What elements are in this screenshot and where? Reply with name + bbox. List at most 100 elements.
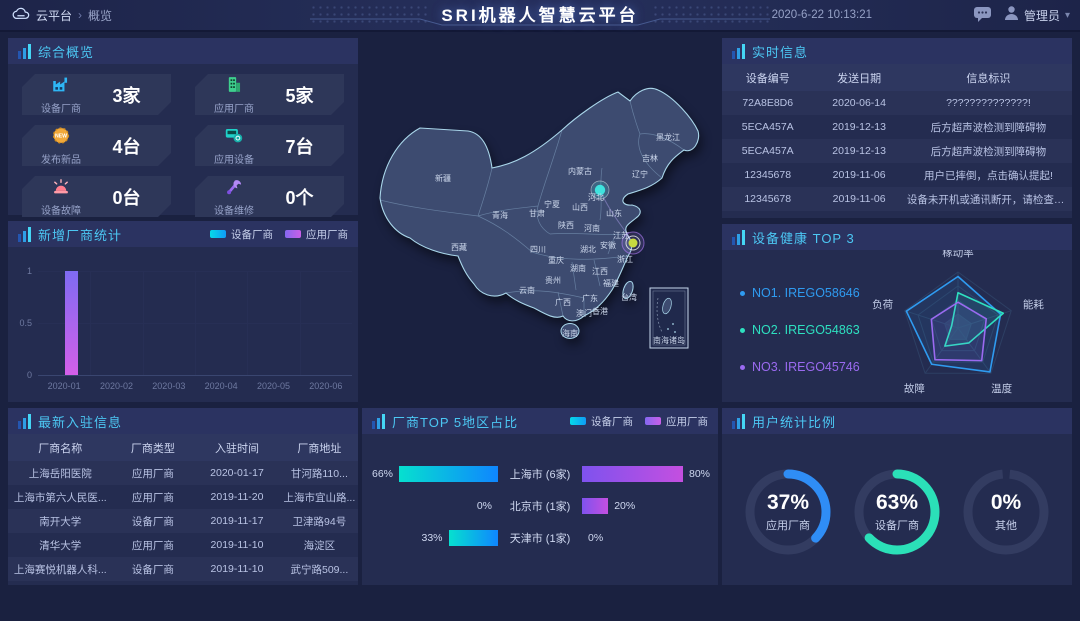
stat-card-value: 0台 xyxy=(100,184,171,210)
stat-card-1: 设备厂商 3家 xyxy=(22,74,171,115)
right-percent-label: 20% xyxy=(614,500,635,512)
device-vendor-bar[interactable] xyxy=(449,530,499,546)
stat-card-4: 应用设备7台 xyxy=(195,125,344,166)
table-cell: 设备厂商 xyxy=(113,557,194,581)
province-label-河北: 河北 xyxy=(588,192,604,202)
table-cell: 应用厂商 xyxy=(113,461,194,485)
device-vendor-bar[interactable] xyxy=(399,466,498,482)
column-header: 厂商名称 xyxy=(8,434,113,461)
region-label: 上海市 (6家) xyxy=(498,466,582,482)
table-cell: 后方超声波检测到障碍物 xyxy=(905,139,1072,163)
tornado-row-2: 0%北京市 (1家)20% xyxy=(370,498,710,514)
right-percent-label: 80% xyxy=(689,468,710,480)
bar-app-vendor-2020-01[interactable] xyxy=(65,271,78,375)
table-cell: 应用厂商 xyxy=(113,485,194,509)
panel-latest-registrations: 最新入驻信息 厂商名称厂商类型入驻时间厂商地址上海岳阳医院应用厂商2020-01… xyxy=(8,408,358,585)
app-device-icon xyxy=(223,126,245,150)
legend-swatch xyxy=(210,230,226,238)
table-cell: 后方超声波检测到障碍物 xyxy=(905,115,1072,139)
table-row-1: 上海岳阳医院应用厂商2020-01-17甘河路110... xyxy=(8,461,358,485)
stat-card-label: 设备厂商 xyxy=(41,100,81,115)
province-label-四川: 四川 xyxy=(530,245,546,254)
panel-ratio-header: 用户统计比例 xyxy=(722,408,1072,434)
new-badge-icon: NEW xyxy=(50,126,72,150)
alarm-icon xyxy=(50,177,72,201)
table-cell: 海淀区 xyxy=(281,533,358,557)
breadcrumb-separator: › xyxy=(78,8,82,22)
table-cell: 清华大学 xyxy=(8,533,113,557)
grid-line-h xyxy=(38,375,352,376)
table-cell: 2019-11-17 xyxy=(193,509,281,533)
breadcrumb-root[interactable]: 云平台 xyxy=(36,7,72,24)
right-bar-zone: 0% xyxy=(582,530,710,546)
chevron-down-icon: ▾ xyxy=(1065,10,1070,21)
panel-new-vendor-stats: 新增厂商统计 设备厂商应用厂商 10.502020-012020-022020-… xyxy=(8,221,358,402)
province-label-甘肃: 甘肃 xyxy=(529,208,545,218)
legend-label: 应用厂商 xyxy=(306,227,348,242)
app-vendor-bar[interactable] xyxy=(582,466,683,482)
legend-item-2[interactable]: 应用厂商 xyxy=(645,414,708,429)
panel-title: 最新入驻信息 xyxy=(38,412,122,431)
province-label-湖南: 湖南 xyxy=(570,263,586,273)
legend-item-1[interactable]: 设备厂商 xyxy=(210,227,273,242)
stat-card-value: 4台 xyxy=(100,133,171,159)
province-label-香港: 香港 xyxy=(592,306,608,316)
donut-center: 0%其他 xyxy=(958,464,1054,560)
radar-chart-wrap: 稼动率能耗温度故障负荷 xyxy=(840,250,1072,407)
column-header: 发送日期 xyxy=(813,64,904,91)
repair-icon xyxy=(223,177,245,201)
stat-card-icon-block: 设备维修 xyxy=(195,177,273,217)
left-bar-zone: 66% xyxy=(370,466,498,482)
legend-item-2[interactable]: 应用厂商 xyxy=(285,227,348,242)
legend-label: 设备厂商 xyxy=(231,227,273,242)
donut-value: 37% xyxy=(767,491,809,515)
table-row-4: 123456782019-11-06用户已摔倒，点击确认提起! xyxy=(722,163,1072,187)
legend-swatch xyxy=(645,417,661,425)
province-label-吉林: 吉林 xyxy=(642,153,658,163)
chart-legend: 设备厂商应用厂商 xyxy=(570,414,708,429)
inset-label: 南海诸岛 xyxy=(653,335,685,345)
table-cell: 2020-06-14 xyxy=(813,91,904,115)
region-tornado-chart: 66%上海市 (6家)80%0%北京市 (1家)20%33%天津市 (1家)0% xyxy=(362,434,718,546)
grid-line-v xyxy=(300,271,301,375)
table-cell: 上海市宜山路... xyxy=(281,485,358,509)
province-label-内蒙古: 内蒙古 xyxy=(568,166,592,176)
china-map[interactable]: 南海诸岛 新疆西藏青海甘肃宁夏内蒙古黑龙江吉林辽宁河北山西山东陕西河南江苏安徽四… xyxy=(362,38,718,402)
donut-2: 63%设备厂商 xyxy=(849,464,945,560)
province-label-山东: 山东 xyxy=(606,208,622,218)
user-name: 管理员 xyxy=(1024,7,1060,24)
table-cell: 上海市第六人民医... xyxy=(8,485,113,509)
south-china-sea-inset: 南海诸岛 xyxy=(650,288,688,348)
table-row-2: 5ECA457A2019-12-13后方超声波检测到障碍物 xyxy=(722,115,1072,139)
user-menu[interactable]: 管理员 ▾ xyxy=(1004,0,1070,30)
province-label-浙江: 浙江 xyxy=(617,254,633,264)
table-row-3: 南开大学设备厂商2019-11-17卫津路94号 xyxy=(8,509,358,533)
app-vendor-bar[interactable] xyxy=(582,498,608,514)
table-cell: 武宁路509... xyxy=(281,557,358,581)
table-cell: 2019-11-06 xyxy=(813,163,904,187)
stat-card-label: 设备维修 xyxy=(214,202,254,217)
stat-card-value: 3家 xyxy=(100,82,171,108)
province-label-湖北: 湖北 xyxy=(580,245,596,254)
table-cell: ??????????????! xyxy=(905,91,1072,115)
legend-label: 设备厂商 xyxy=(591,414,633,429)
donut-1: 37%应用厂商 xyxy=(740,464,836,560)
column-header: 厂商类型 xyxy=(113,434,194,461)
region-label: 北京市 (1家) xyxy=(498,498,582,514)
chat-icon[interactable] xyxy=(973,6,992,28)
stat-card-icon-block: 应用厂商 xyxy=(195,75,273,115)
panel-title-icon xyxy=(732,44,745,59)
stat-card-label: 设备故障 xyxy=(41,202,81,217)
table-cell: 应用厂商 xyxy=(113,533,194,557)
legend-item-1[interactable]: 设备厂商 xyxy=(570,414,633,429)
stat-card-label: 应用设备 xyxy=(214,151,254,166)
breadcrumb-current[interactable]: 概览 xyxy=(88,7,112,24)
panel-title: 实时信息 xyxy=(752,42,808,61)
grid-line-v xyxy=(90,271,91,375)
panel-title-icon xyxy=(18,414,31,429)
table-cell: 12345678 xyxy=(722,163,813,187)
province-label-贵州: 贵州 xyxy=(545,275,561,285)
china-map-container[interactable]: 南海诸岛 新疆西藏青海甘肃宁夏内蒙古黑龙江吉林辽宁河北山西山东陕西河南江苏安徽四… xyxy=(362,38,718,402)
y-tick-label: 0.5 xyxy=(8,318,32,328)
latest-registrations-table: 厂商名称厂商类型入驻时间厂商地址上海岳阳医院应用厂商2020-01-17甘河路1… xyxy=(8,434,358,581)
